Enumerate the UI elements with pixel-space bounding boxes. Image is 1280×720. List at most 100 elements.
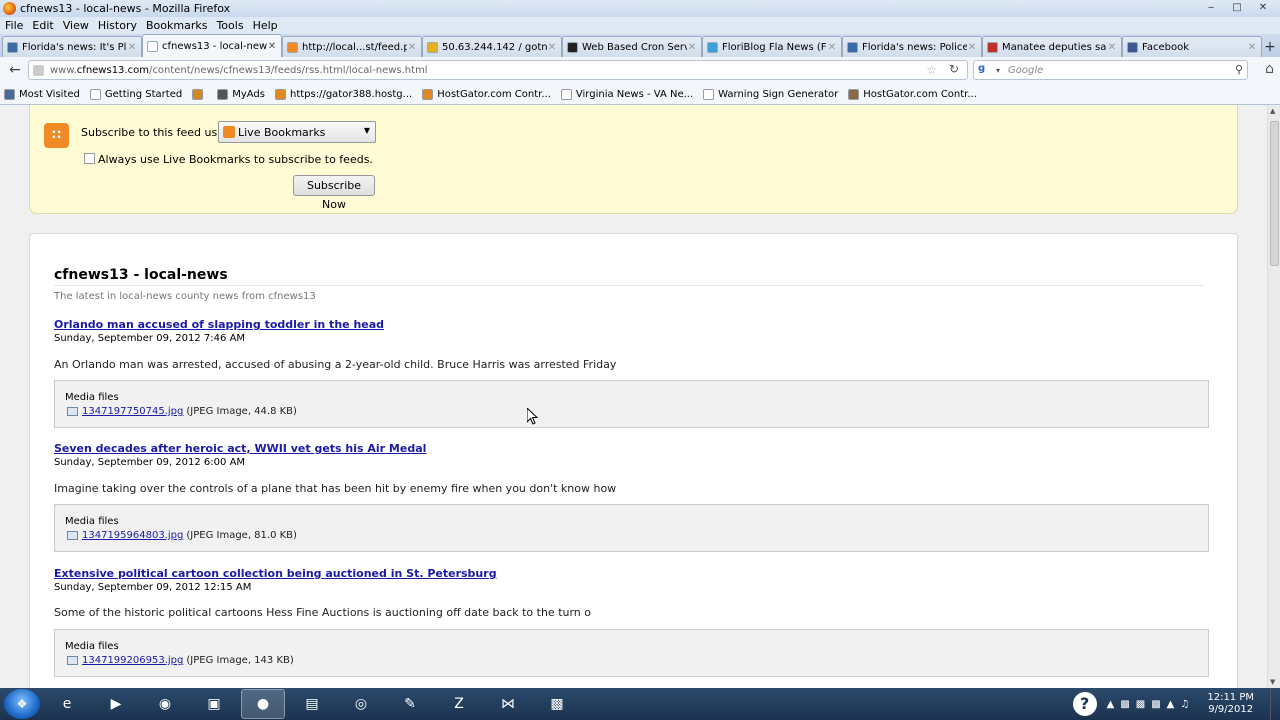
bookmark-item[interactable] xyxy=(192,88,207,100)
browser-tab[interactable]: cfnews13 - local-news ✕ xyxy=(142,34,282,57)
notepad-plus-icon[interactable]: ✎ xyxy=(388,689,432,719)
entry-title-link[interactable]: Extensive political cartoon collection b… xyxy=(54,567,497,580)
bookmarks-toolbar: Most Visited Getting Started MyAds https://… xyxy=(0,84,1280,105)
menu-help[interactable]: Help xyxy=(253,19,278,32)
search-bar[interactable]: g ▾ Google ⚲ xyxy=(973,60,1248,80)
browser-tab[interactable]: http://local...st/feed.php✕ xyxy=(282,36,422,57)
bookmark-label: Warning Sign Generator xyxy=(718,88,839,100)
new-tab-button[interactable]: + xyxy=(1262,37,1278,57)
close-tab-icon[interactable]: ✕ xyxy=(827,42,837,53)
image-file-icon xyxy=(67,656,78,665)
vertical-scrollbar[interactable]: ▲ ▼ xyxy=(1267,105,1280,688)
close-tab-icon[interactable]: ✕ xyxy=(687,42,697,53)
browser-tab[interactable]: Web Based Cron Servic...✕ xyxy=(562,36,702,57)
chrome-icon[interactable]: ◎ xyxy=(339,689,383,719)
title-bar: cfnews13 - local-news - Mozilla Firefox … xyxy=(0,0,1280,17)
bookmark-item[interactable]: Virginia News - VA Ne... xyxy=(560,88,694,100)
bookmark-icon xyxy=(848,88,860,100)
bookmark-item[interactable]: Getting Started xyxy=(89,88,182,100)
close-tab-icon[interactable]: ✕ xyxy=(1107,42,1117,53)
start-button[interactable]: ❖ xyxy=(4,689,40,719)
tab-favicon-icon xyxy=(987,41,998,53)
scroll-up-icon[interactable]: ▲ xyxy=(1270,107,1275,115)
menu-history[interactable]: History xyxy=(98,19,137,32)
bookmark-item[interactable]: HostGator.com Contr... xyxy=(848,88,977,100)
tab-label: cfnews13 - local-news xyxy=(162,40,267,52)
tab-favicon-icon xyxy=(287,41,298,53)
media-file-link[interactable]: 1347199206953.jpg xyxy=(82,655,183,666)
subscribe-reader-select[interactable]: Live Bookmarks ▼ xyxy=(218,121,376,143)
reload-icon[interactable]: ↻ xyxy=(949,62,959,76)
clock[interactable]: 12:11 PM 9/9/2012 xyxy=(1207,692,1254,716)
media-center-icon[interactable]: ◉ xyxy=(143,689,187,719)
show-desktop-button[interactable] xyxy=(1270,688,1280,720)
bookmark-item[interactable]: Most Visited xyxy=(4,88,80,100)
bookmark-item[interactable]: https://gator388.hostg... xyxy=(274,88,412,100)
media-file-link[interactable]: 1347195964803.jpg xyxy=(82,530,183,541)
media-files-box: Media files 1347197750745.jpg (JPEG Imag… xyxy=(54,380,1209,428)
close-tab-icon[interactable]: ✕ xyxy=(267,41,277,52)
minimize-button[interactable]: ‒ xyxy=(1200,1,1222,15)
subscribe-now-button[interactable]: Subscribe Now xyxy=(293,175,375,211)
explorer-folder-icon[interactable]: ▤ xyxy=(290,689,334,719)
chevron-down-icon[interactable]: ▼ xyxy=(364,126,370,135)
menu-edit[interactable]: Edit xyxy=(32,19,53,32)
browser-tab[interactable]: Facebook ✕ xyxy=(1122,36,1262,57)
subscribe-selected-value: Live Bookmarks xyxy=(238,125,326,139)
search-engine-dropdown-icon[interactable]: ▾ xyxy=(996,66,1000,75)
entry-title-link[interactable]: Orlando man accused of slapping toddler … xyxy=(54,318,384,331)
browser-tab[interactable]: Manatee deputies say ...✕ xyxy=(982,36,1122,57)
terminal-icon[interactable]: ▩ xyxy=(535,689,579,719)
bookmark-label: Virginia News - VA Ne... xyxy=(575,88,694,100)
clock-time: 12:11 PM xyxy=(1207,692,1254,703)
bookmark-icon xyxy=(192,88,204,100)
close-tab-icon[interactable]: ✕ xyxy=(127,42,137,53)
taskbar: ❖ e ▶ ◉ ▣ ● ▤ ◎ ✎ Z ⋈ ▩ ? ▲▩▩▩▲♫ 12:11 P… xyxy=(0,688,1280,720)
filezilla-icon[interactable]: Z xyxy=(437,689,481,719)
menu-bookmarks[interactable]: Bookmarks xyxy=(146,19,207,32)
browser-tab[interactable]: FloriBlog Fla News (Flo...✕ xyxy=(702,36,842,57)
tab-label: 50.63.244.142 / gotnew... xyxy=(442,41,547,53)
browser-tab[interactable]: Florida's news: Police: ...✕ xyxy=(842,36,982,57)
feed-divider xyxy=(54,285,1204,286)
bookmark-item[interactable]: MyAds xyxy=(217,88,265,100)
scrollbar-thumb[interactable] xyxy=(1270,121,1279,266)
url-text[interactable]: www.cfnews13.com/content/news/cfnews13/f… xyxy=(50,65,428,76)
media-file-link[interactable]: 1347197750745.jpg xyxy=(82,406,183,417)
google-icon[interactable]: g xyxy=(978,63,992,77)
help-icon[interactable]: ? xyxy=(1072,692,1097,716)
internet-explorer-icon[interactable]: e xyxy=(45,689,89,719)
search-icon[interactable]: ⚲ xyxy=(1235,63,1243,76)
always-use-checkbox[interactable] xyxy=(84,153,95,164)
firefox-taskbar-icon[interactable]: ● xyxy=(241,689,285,719)
tray-icons[interactable]: ▲▩▩▩▲♫ xyxy=(1107,699,1196,710)
menu-view[interactable]: View xyxy=(63,19,89,32)
browser-tab[interactable]: 50.63.244.142 / gotnew...✕ xyxy=(422,36,562,57)
tab-label: http://local...st/feed.php xyxy=(302,41,407,53)
feed-container: cfnews13 - local-news The latest in loca… xyxy=(29,233,1238,688)
entry-title-link[interactable]: Seven decades after heroic act, WWII vet… xyxy=(54,442,426,455)
bookmark-star-icon[interactable]: ☆ xyxy=(926,63,937,77)
bookmark-item[interactable]: HostGator.com Contr... xyxy=(422,88,551,100)
menu-tools[interactable]: Tools xyxy=(216,19,243,32)
back-button[interactable]: ← xyxy=(4,60,26,82)
menu-file[interactable]: File xyxy=(5,19,23,32)
network-icon[interactable]: ▣ xyxy=(192,689,236,719)
image-file-icon xyxy=(67,531,78,540)
home-icon[interactable]: ⌂ xyxy=(1265,61,1274,77)
close-tab-icon[interactable]: ✕ xyxy=(407,42,417,53)
media-player-icon[interactable]: ▶ xyxy=(94,689,138,719)
close-window-button[interactable]: ✕ xyxy=(1252,1,1274,15)
maximize-button[interactable]: □ xyxy=(1226,1,1248,15)
bookmark-label: HostGator.com Contr... xyxy=(863,88,977,100)
url-bar[interactable]: www.cfnews13.com/content/news/cfnews13/f… xyxy=(28,60,968,80)
close-tab-icon[interactable]: ✕ xyxy=(547,42,557,53)
close-tab-icon[interactable]: ✕ xyxy=(1247,42,1257,53)
bookmark-item[interactable]: Warning Sign Generator xyxy=(703,88,839,100)
browser-tab[interactable]: Florida's news: It's Plan...✕ xyxy=(2,36,142,57)
firefox-logo-icon xyxy=(3,2,16,15)
site-identity-icon[interactable] xyxy=(33,64,44,76)
close-tab-icon[interactable]: ✕ xyxy=(967,42,977,53)
xampp-icon[interactable]: ⋈ xyxy=(486,689,530,719)
scroll-down-icon[interactable]: ▼ xyxy=(1270,678,1275,686)
